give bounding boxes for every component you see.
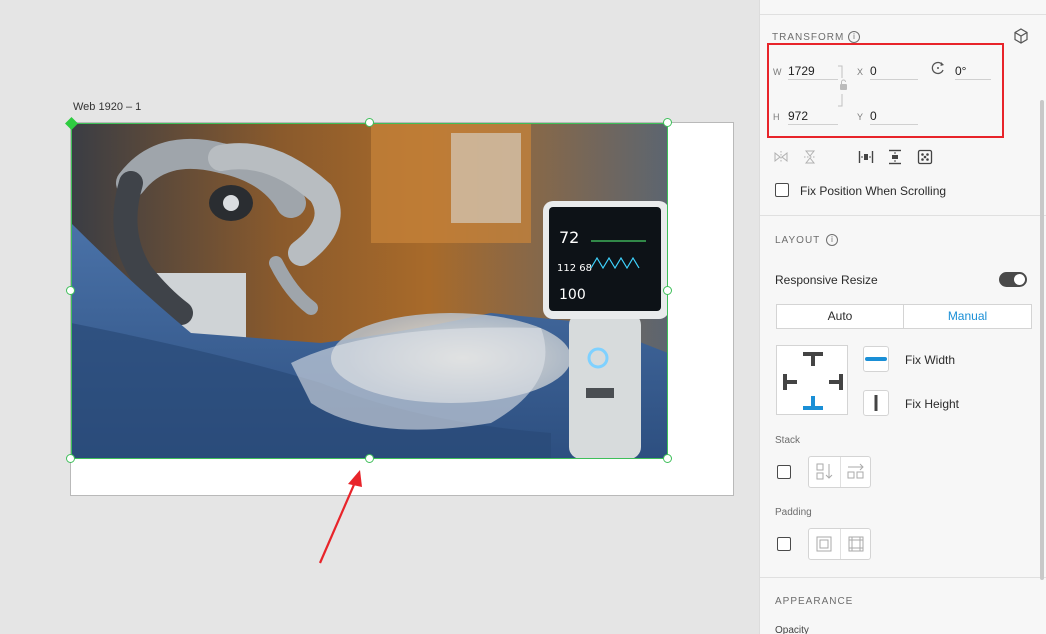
width-field[interactable]: 1729 [788,62,838,80]
padding-mode-group [808,528,871,560]
resize-handle-bottom-right[interactable] [663,454,672,463]
resize-handle-top[interactable] [365,118,374,127]
resize-handle-bottom-left[interactable] [66,454,75,463]
responsive-resize-label: Responsive Resize [775,273,878,287]
stack-checkbox[interactable] [777,465,791,479]
fix-height-label: Fix Height [905,397,960,411]
y-label: Y [857,112,864,122]
info-icon[interactable]: i [826,234,838,246]
cube-icon[interactable] [1013,28,1029,44]
padding-label: Padding [775,507,812,518]
stack-horizontal-button[interactable] [840,457,871,487]
stack-label: Stack [775,435,801,446]
property-inspector: TRANSFORM i W 1729 X 0 0° H 972 Y 0 Fix … [759,0,1046,634]
stack-vertical-button[interactable] [809,457,840,487]
stack-horizontal-icon [847,463,864,479]
resize-handle-top-right[interactable] [663,118,672,127]
distribute-vertical-icon[interactable] [887,149,903,165]
transform-title: TRANSFORM [772,32,845,43]
padding-individual-button[interactable] [840,529,871,559]
fix-height-button[interactable] [863,390,889,416]
divider [760,215,1046,216]
padding-uniform-icon [816,536,832,552]
selected-image[interactable]: 72 112 68 100 [71,123,668,459]
mode-auto-button[interactable]: Auto [776,304,904,329]
stack-direction-group [808,456,871,488]
flip-horizontal-icon[interactable] [773,149,789,165]
mode-manual-button[interactable]: Manual [903,304,1032,329]
flip-vertical-icon[interactable] [802,149,818,165]
fix-position-label: Fix Position When Scrolling [800,184,947,198]
divider [760,14,1046,15]
fix-width-icon [865,357,887,361]
height-field[interactable]: 972 [788,107,838,125]
stack-vertical-icon [816,463,833,480]
distribute-horizontal-icon[interactable] [858,149,874,165]
align-center-icon[interactable] [917,149,933,165]
x-field[interactable]: 0 [870,62,918,80]
design-canvas[interactable]: Web 1920 – 1 72 112 68 100 [0,0,759,634]
opacity-label: Opacity [775,625,809,634]
fix-width-button[interactable] [863,346,889,372]
panel-scrollbar[interactable] [1040,100,1044,580]
rotation-field[interactable]: 0° [955,62,991,80]
robot-surgery-photo: 72 112 68 100 [71,123,668,459]
artboard-label[interactable]: Web 1920 – 1 [73,101,141,113]
resize-handle-left[interactable] [66,286,75,295]
resize-handle-right[interactable] [663,286,672,295]
lock-icon[interactable] [836,64,850,108]
resize-constraints-widget[interactable] [776,345,848,415]
padding-checkbox[interactable] [777,537,791,551]
responsive-resize-toggle[interactable] [999,272,1027,287]
padding-uniform-button[interactable] [809,529,840,559]
x-label: X [857,67,864,77]
y-field[interactable]: 0 [870,107,918,125]
pin-constraints-icon [783,352,843,410]
padding-individual-icon [848,536,864,552]
layout-title: LAYOUT [775,235,821,246]
svg-text:100: 100 [559,287,586,303]
divider [760,577,1046,578]
fix-width-label: Fix Width [905,353,956,367]
width-label: W [773,67,782,77]
fix-height-icon [874,395,878,411]
fix-position-checkbox[interactable] [775,183,789,197]
annotation-arrow [318,470,362,564]
height-label: H [773,112,780,122]
svg-text:72: 72 [559,228,579,247]
rotate-icon [931,61,944,75]
info-icon[interactable]: i [848,31,860,43]
svg-text:112 68: 112 68 [557,263,592,274]
appearance-title: APPEARANCE [775,596,854,607]
